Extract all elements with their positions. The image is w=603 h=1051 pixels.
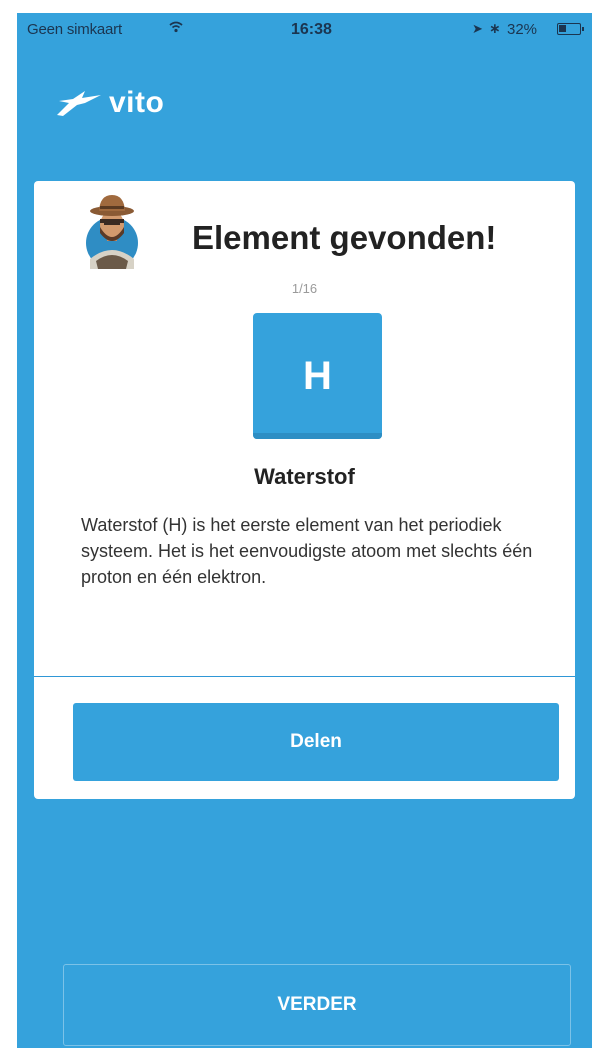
battery-icon — [557, 23, 584, 35]
element-counter: 1/16 — [291, 281, 318, 296]
card-title: Element gevonden! — [192, 219, 497, 256]
next-button[interactable]: VERDER — [63, 964, 571, 1046]
element-symbol-tile: H — [253, 313, 382, 439]
status-bar: Geen simkaart 16:38 ➤ ∗ 32% — [17, 13, 592, 47]
element-description: Waterstof (H) is het eerste element van … — [81, 515, 533, 587]
location-arrow-icon: ➤ — [472, 21, 483, 36]
explorer-avatar — [82, 189, 142, 271]
app-screen: Geen simkaart 16:38 ➤ ∗ 32% vito Element… — [17, 13, 592, 1048]
element-found-card: Element gevonden! 1/16 H Waterstof Water… — [34, 181, 575, 799]
vito-logo: vito — [55, 81, 164, 125]
element-name: Waterstof — [254, 464, 355, 489]
carrier-label: Geen simkaart — [27, 21, 122, 38]
clock: 16:38 — [291, 21, 332, 38]
vito-bird-icon — [57, 91, 101, 116]
card-divider — [34, 676, 575, 677]
wifi-icon — [169, 20, 183, 37]
bluetooth-icon: ∗ — [489, 20, 501, 36]
logo-text: vito — [109, 86, 165, 119]
battery-percentage: 32% — [507, 21, 538, 38]
share-button[interactable]: Delen — [73, 703, 559, 781]
